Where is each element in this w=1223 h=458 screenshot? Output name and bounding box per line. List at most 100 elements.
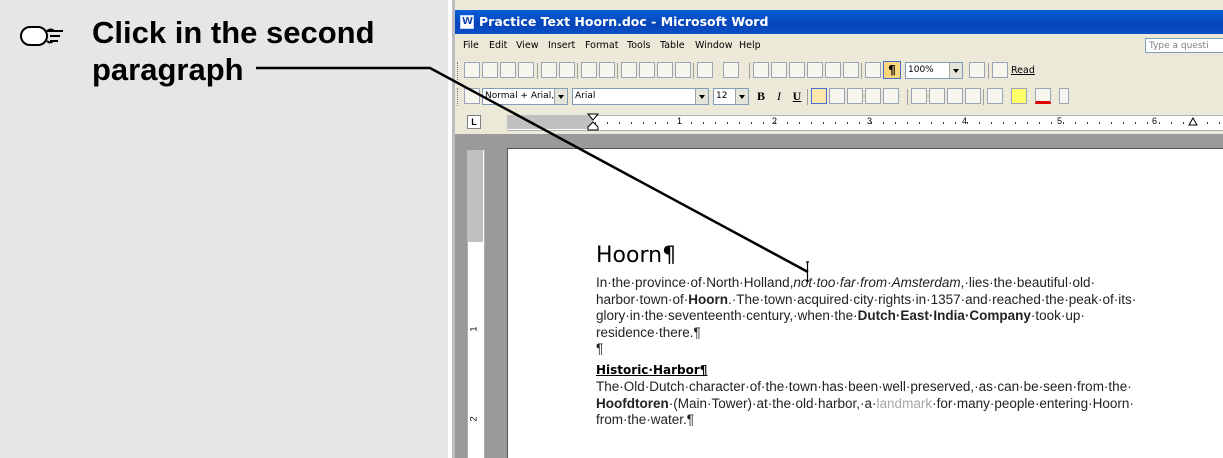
chevron-down-icon[interactable] bbox=[554, 89, 567, 104]
ruler-tick bbox=[607, 122, 608, 124]
decrease-indent-icon[interactable] bbox=[947, 88, 963, 104]
paragraph-1-line-2[interactable]: harbor·town·of·Hoorn.·The·town·acquired·… bbox=[596, 292, 1136, 309]
document-map-icon[interactable] bbox=[865, 62, 881, 78]
columns-icon[interactable] bbox=[825, 62, 841, 78]
read-button-label[interactable]: Read bbox=[1011, 62, 1035, 79]
chevron-down-icon[interactable] bbox=[695, 89, 708, 104]
menu-edit[interactable]: Edit bbox=[489, 36, 507, 56]
paragraph-1-line-3[interactable]: glory·in·the·seventeenth·century,·when·t… bbox=[596, 308, 1085, 325]
menu-insert[interactable]: Insert bbox=[548, 36, 575, 56]
toolbar-options-icon[interactable] bbox=[1059, 88, 1069, 104]
paragraph-2-line-2[interactable]: Hoofdtoren·(Main·Tower)·at·the·old·harbo… bbox=[596, 396, 1134, 413]
research-icon[interactable] bbox=[599, 62, 615, 78]
print-icon[interactable] bbox=[541, 62, 557, 78]
save-icon[interactable] bbox=[500, 62, 516, 78]
read-icon[interactable] bbox=[992, 62, 1008, 78]
menu-window[interactable]: Window bbox=[695, 36, 732, 56]
ruler-tick bbox=[847, 122, 848, 124]
bold-button[interactable]: B bbox=[753, 88, 769, 105]
hyperlink-icon[interactable] bbox=[753, 62, 769, 78]
help-icon[interactable] bbox=[969, 62, 985, 78]
line-spacing-icon[interactable] bbox=[883, 88, 899, 104]
zoom-combo[interactable]: 100% bbox=[905, 62, 963, 79]
menu-table[interactable]: Table bbox=[660, 36, 685, 56]
paste-icon[interactable] bbox=[657, 62, 673, 78]
font-color-icon[interactable] bbox=[1035, 88, 1051, 104]
bullets-icon[interactable] bbox=[929, 88, 945, 104]
empty-paragraph[interactable]: ¶ bbox=[596, 341, 603, 358]
ruler-number-2: 2 bbox=[772, 116, 778, 126]
ruler-tick bbox=[715, 122, 716, 124]
menu-format[interactable]: Format bbox=[585, 36, 618, 56]
numbering-icon[interactable] bbox=[911, 88, 927, 104]
ruler-tick bbox=[643, 122, 644, 124]
document-page[interactable]: Hoorn¶ In·the·province·of·North·Holland,… bbox=[507, 148, 1223, 458]
open-icon[interactable] bbox=[482, 62, 498, 78]
styles-formatting-icon[interactable] bbox=[464, 88, 480, 104]
style-combo[interactable]: Normal + Arial, bbox=[482, 88, 568, 105]
drawing-icon[interactable] bbox=[843, 62, 859, 78]
align-center-icon[interactable] bbox=[829, 88, 845, 104]
ruler-tick bbox=[787, 122, 788, 124]
word-app-icon[interactable] bbox=[460, 10, 474, 34]
word-window: Practice Text Hoorn.doc - Microsoft Word… bbox=[455, 0, 1223, 458]
redo-icon[interactable] bbox=[723, 62, 739, 78]
paragraph-2-line-3[interactable]: from·the·water.¶ bbox=[596, 412, 694, 429]
toolbar-grip[interactable] bbox=[457, 62, 461, 80]
tab-selector[interactable]: L bbox=[467, 115, 481, 129]
italic-button[interactable]: I bbox=[771, 88, 787, 105]
document-heading[interactable]: Hoorn¶ bbox=[596, 243, 676, 268]
ruler-tick bbox=[1003, 122, 1004, 124]
ask-question-box[interactable]: Type a questi bbox=[1145, 38, 1223, 53]
title-bar[interactable]: Practice Text Hoorn.doc - Microsoft Word bbox=[455, 10, 1223, 34]
paragraph-1-line-4[interactable]: residence·there.¶ bbox=[596, 325, 701, 342]
chevron-down-icon[interactable] bbox=[949, 63, 962, 78]
new-document-icon[interactable] bbox=[464, 62, 480, 78]
horizontal-ruler[interactable] bbox=[507, 115, 1223, 131]
menu-file[interactable]: File bbox=[463, 36, 479, 56]
show-hide-pilcrow-button[interactable]: ¶ bbox=[883, 61, 901, 79]
spelling-icon[interactable] bbox=[581, 62, 597, 78]
permission-icon[interactable] bbox=[518, 62, 534, 78]
menu-view[interactable]: View bbox=[516, 36, 539, 56]
undo-icon[interactable] bbox=[697, 62, 713, 78]
text-run: ,·lies·the·beautiful·old· bbox=[960, 275, 1095, 290]
horizontal-ruler-row: L 1 2 3 4 5 6 bbox=[455, 112, 1223, 132]
font-combo[interactable]: Arial bbox=[572, 88, 709, 105]
format-painter-icon[interactable] bbox=[675, 62, 691, 78]
insert-table-icon[interactable] bbox=[789, 62, 805, 78]
paragraph-1-line-1[interactable]: In·the·province·of·North·Holland,not·too… bbox=[596, 275, 1095, 292]
right-indent-marker-icon[interactable] bbox=[1188, 117, 1198, 127]
highlight-icon[interactable] bbox=[1011, 88, 1027, 104]
ruler-tick bbox=[835, 122, 836, 124]
text-run: ·(Main·Tower)·at·the·old·harbor,·a· bbox=[668, 395, 877, 411]
align-right-icon[interactable] bbox=[847, 88, 863, 104]
justify-icon[interactable] bbox=[865, 88, 881, 104]
ruler-margin bbox=[507, 115, 593, 129]
tables-borders-icon[interactable] bbox=[771, 62, 787, 78]
chevron-down-icon[interactable] bbox=[735, 89, 748, 104]
insert-excel-icon[interactable] bbox=[807, 62, 823, 78]
underline-button[interactable]: U bbox=[789, 88, 805, 105]
ruler-tick bbox=[1135, 122, 1136, 124]
ruler-tick bbox=[703, 122, 704, 124]
print-preview-icon[interactable] bbox=[559, 62, 575, 78]
ruler-tick bbox=[1171, 122, 1172, 124]
toolbar-grip[interactable] bbox=[457, 88, 461, 106]
ruler-tick bbox=[979, 122, 980, 124]
indent-marker-icon[interactable] bbox=[587, 113, 599, 131]
paragraph-2-line-1[interactable]: The·Old·Dutch·character·of·the·town·has·… bbox=[596, 379, 1132, 396]
font-size-combo[interactable]: 12 bbox=[713, 88, 749, 105]
menu-help[interactable]: Help bbox=[739, 36, 761, 56]
align-left-icon[interactable] bbox=[811, 88, 827, 104]
vertical-ruler-margin bbox=[467, 150, 483, 242]
copy-icon[interactable] bbox=[639, 62, 655, 78]
ruler-tick bbox=[991, 122, 992, 124]
ruler-number-4: 4 bbox=[962, 116, 968, 126]
menu-tools[interactable]: Tools bbox=[627, 36, 650, 56]
document-subheading[interactable]: Historic·Harbor¶ bbox=[596, 363, 707, 377]
increase-indent-icon[interactable] bbox=[965, 88, 981, 104]
cut-icon[interactable] bbox=[621, 62, 637, 78]
border-icon[interactable] bbox=[987, 88, 1003, 104]
font-size-value: 12 bbox=[716, 91, 728, 101]
